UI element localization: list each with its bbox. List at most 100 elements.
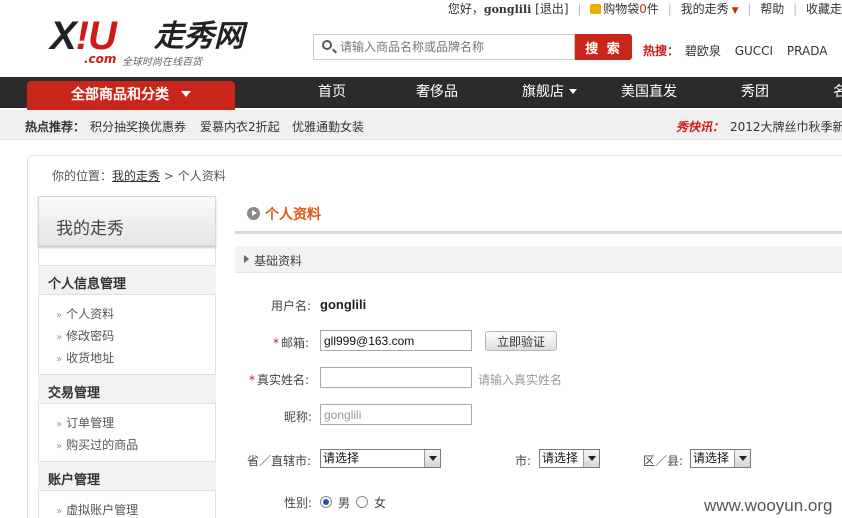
logo-com: .com: [84, 52, 117, 66]
realname-label-text: 真实姓名:: [257, 373, 310, 387]
email-label-text: 邮箱:: [281, 336, 310, 350]
cart-link[interactable]: 购物袋0件: [603, 0, 659, 17]
my-xiu-menu[interactable]: 我的走秀 ▼: [681, 0, 739, 17]
dropdown-arrow-icon: [424, 450, 440, 467]
hot-recommend-link[interactable]: 积分抽奖换优惠券: [90, 118, 186, 135]
page-title: 个人资料: [247, 204, 321, 224]
hot-keyword[interactable]: 碧欧泉: [685, 44, 721, 58]
cart-unit: 件: [646, 2, 659, 16]
news-label: 秀快讯：: [676, 120, 725, 134]
gender-male-radio[interactable]: [320, 496, 332, 508]
search-icon: [322, 40, 332, 50]
cart-count: 0: [639, 2, 647, 16]
username-value: gonglili: [320, 297, 367, 312]
nav-item-flagship[interactable]: 旗舰店: [522, 77, 577, 108]
district-label: 区／县:: [643, 454, 684, 468]
sidebar-section-account: 账户管理: [38, 461, 216, 491]
top-utility-bar: 您好，gonglili [退出] | 购物袋0件 | 我的走秀 ▼ | 帮助 | …: [447, 0, 842, 17]
section-header-label: 基础资料: [254, 254, 303, 268]
section-header[interactable]: 基础资料: [235, 246, 842, 273]
divider: [235, 231, 842, 234]
required-mark: *: [249, 373, 255, 387]
hot-recommend-link[interactable]: 优雅通勤女装: [292, 118, 364, 135]
logout-link[interactable]: [退出]: [535, 0, 568, 17]
realname-label: * 真实姓名:: [249, 371, 309, 388]
logo-letter: X: [50, 14, 77, 58]
all-categories-button[interactable]: 全部商品和分类: [27, 81, 235, 110]
divider: |: [667, 2, 672, 16]
nickname-label: 昵称:: [284, 410, 313, 424]
required-mark: *: [273, 336, 279, 350]
nav-item-group[interactable]: 秀团: [741, 77, 769, 108]
nickname-field[interactable]: [320, 404, 472, 425]
sidebar-item-label: 收货地址: [66, 351, 115, 365]
hot-keyword[interactable]: GUCCI: [735, 44, 773, 58]
sidebar-item-label: 修改密码: [66, 329, 115, 343]
sidebar-item-password[interactable]: » 修改密码: [56, 327, 114, 344]
breadcrumb: 你的位置：我的走秀 > 个人资料: [52, 167, 226, 184]
sidebar-item-virtual-account[interactable]: » 虚拟账户管理: [56, 501, 138, 518]
district-select[interactable]: 请选择: [690, 449, 751, 468]
play-circle-icon: [247, 207, 260, 220]
sidebar-title: 我的走秀: [56, 219, 124, 239]
double-chevron-icon: »: [56, 310, 63, 321]
divider: |: [577, 2, 582, 16]
sidebar-section-trade: 交易管理: [38, 374, 216, 404]
nav-item-luxury[interactable]: 奢侈品: [416, 77, 458, 108]
double-chevron-icon: »: [56, 506, 63, 517]
province-label: 省／直辖市:: [247, 454, 312, 468]
news-link[interactable]: 2012大牌丝巾秋季新品: [730, 118, 842, 135]
chevron-down-icon: [569, 89, 577, 94]
nav-item-home[interactable]: 首页: [318, 77, 346, 108]
sidebar-section-title: 个人信息管理: [48, 277, 127, 292]
sidebar-item-label: 购买过的商品: [66, 438, 139, 452]
sidebar-item-label: 虚拟账户管理: [66, 503, 139, 517]
nav-item-label: 旗舰店: [522, 84, 564, 100]
hot-keyword[interactable]: PRADA: [787, 44, 828, 58]
hot-recommend-link[interactable]: 爱慕内衣2折起: [200, 118, 280, 135]
realname-hint: 请输入真实姓名: [478, 373, 563, 387]
verify-email-button[interactable]: 立即验证: [485, 331, 557, 351]
gender-female-radio[interactable]: [356, 496, 368, 508]
dropdown-arrow-icon: [734, 450, 750, 467]
sidebar-header: 我的走秀: [38, 196, 216, 246]
search-input[interactable]: [340, 38, 568, 56]
sidebar-item-address[interactable]: » 收货地址: [56, 349, 114, 366]
province-select[interactable]: 请选择: [320, 449, 441, 468]
double-chevron-icon: »: [56, 419, 63, 430]
gender-male-label: 男: [338, 496, 351, 510]
email-field[interactable]: [320, 330, 472, 351]
sidebar-item-orders[interactable]: » 订单管理: [56, 414, 114, 431]
district-selected: 请选择: [693, 451, 730, 465]
divider: |: [747, 2, 752, 16]
realname-field[interactable]: [320, 367, 472, 388]
dropdown-arrow-icon: [583, 450, 599, 467]
page-title-text: 个人资料: [265, 207, 321, 223]
help-link[interactable]: 帮助: [760, 0, 784, 17]
city-label: 市:: [515, 454, 532, 468]
nav-item-us-direct[interactable]: 美国直发: [621, 77, 677, 108]
city-select[interactable]: 请选择: [539, 449, 600, 468]
site-logo[interactable]: X!U 走秀网 .com 全球时尚在线百货: [50, 14, 245, 70]
search-button[interactable]: 搜 索: [575, 34, 632, 60]
logo-slogan: 全球时尚在线百货: [122, 57, 202, 68]
nav-item-brand[interactable]: 名: [833, 77, 842, 108]
breadcrumb-link[interactable]: 我的走秀: [112, 169, 160, 183]
favorite-link[interactable]: 收藏走: [806, 0, 842, 17]
hot-search: 热搜： 碧欧泉 GUCCI PRADA: [643, 42, 827, 59]
sidebar-item-profile[interactable]: » 个人资料: [56, 305, 114, 322]
username-link[interactable]: gonglili: [484, 3, 531, 16]
gender-female-label: 女: [374, 496, 387, 510]
username-label: 用户名:: [271, 299, 312, 313]
sidebar-section-profile: 个人信息管理: [38, 265, 216, 295]
shopping-bag-icon: [590, 4, 602, 14]
hot-search-label: 热搜：: [643, 44, 680, 58]
gender-label: 性别:: [284, 496, 313, 510]
divider: |: [793, 2, 798, 16]
sidebar-section-title: 账户管理: [48, 473, 101, 488]
double-chevron-icon: »: [56, 332, 63, 343]
sidebar-section-title: 交易管理: [48, 386, 101, 401]
sidebar-item-purchased[interactable]: » 购买过的商品: [56, 436, 138, 453]
search-box: [313, 34, 575, 60]
greeting-text: 您好，: [447, 2, 484, 16]
